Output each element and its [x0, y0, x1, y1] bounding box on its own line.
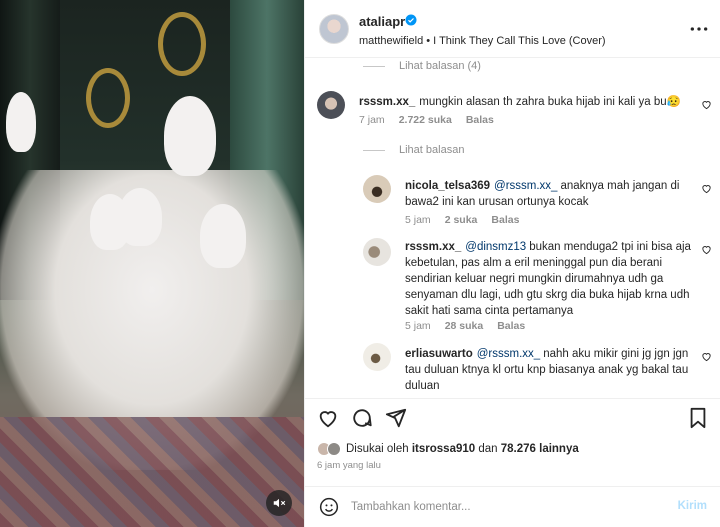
liker-username[interactable]: itsrossa910 — [412, 443, 475, 455]
comment-meta: 7 jam 2.722 suka Balas — [359, 114, 494, 126]
view-replies-top-button[interactable]: Lihat balasan (4) — [363, 60, 481, 72]
author-avatar[interactable] — [319, 14, 349, 44]
reply-meta: 5 jam 28 suka Balas — [405, 320, 525, 332]
reply-body: erliasuwarto @rsssm.xx_ nahh aku mikir gin… — [405, 346, 695, 394]
comment-time[interactable]: 7 jam — [359, 114, 385, 126]
comment-input[interactable] — [351, 495, 651, 519]
audio-attribution[interactable]: matthewifield • I Think They Call This L… — [359, 35, 606, 47]
likes-count[interactable]: 78.276 lainnya — [501, 443, 579, 455]
heart-icon[interactable] — [701, 183, 712, 194]
more-options-icon[interactable] — [689, 22, 709, 36]
reply-avatar[interactable] — [363, 175, 391, 203]
reply-username[interactable]: rsssm.xx_ — [405, 241, 461, 253]
standing-girl — [164, 96, 216, 176]
reply-button[interactable]: Balas — [497, 320, 525, 332]
gold-frame-left — [86, 68, 130, 128]
reply-meta: 5 jam 2 suka Balas — [405, 214, 519, 226]
reply-mention[interactable]: @rsssm.xx_ — [494, 180, 557, 192]
post-comment-button[interactable]: Kirim — [678, 500, 707, 512]
reply-avatar[interactable] — [363, 238, 391, 266]
child-right — [200, 204, 246, 268]
reply-body: rsssm.xx_ @dinsmz13 bukan menduga2 tpi ini… — [405, 239, 695, 319]
comment-avatar[interactable] — [317, 91, 345, 119]
comment-username[interactable]: rsssm.xx_ — [359, 96, 415, 108]
likes-prefix: Disukai oleh — [346, 443, 409, 455]
share-icon[interactable] — [385, 407, 407, 429]
comment-body: rsssm.xx_ mungkin alasan th zahra buka hi… — [359, 94, 689, 110]
post-header: ataliapr matthewifield • I Think They Ca… — [305, 0, 720, 58]
emoji-icon[interactable] — [319, 497, 339, 517]
reply-time[interactable]: 5 jam — [405, 214, 431, 226]
reply-username[interactable]: nicola_telsa369 — [405, 180, 490, 192]
view-replies-label: Lihat balasan — [399, 144, 465, 156]
carpet — [0, 417, 304, 527]
verified-badge-icon — [405, 14, 417, 26]
reply-mention[interactable]: @dinsmz13 — [465, 241, 526, 253]
comment-text: mungkin alasan th zahra buka hijab ini k… — [419, 96, 682, 108]
post-side-panel: ataliapr matthewifield • I Think They Ca… — [304, 0, 720, 527]
gold-frame-right — [158, 12, 206, 76]
divider-dash — [363, 65, 385, 67]
reply-like-count[interactable]: 28 suka — [445, 320, 484, 332]
comments-list: Lihat balasan (4) rsssm.xx_ mungkin alasa… — [305, 58, 720, 398]
heart-icon[interactable] — [701, 244, 712, 255]
author-username[interactable]: ataliapr — [359, 14, 405, 29]
post-video[interactable] — [0, 0, 304, 527]
mute-button[interactable] — [266, 490, 292, 516]
muted-speaker-icon — [273, 498, 286, 508]
reply-time[interactable]: 5 jam — [405, 320, 431, 332]
reply-avatar[interactable] — [363, 343, 391, 371]
view-replies-label: Lihat balasan (4) — [399, 60, 481, 72]
comment-icon[interactable] — [351, 407, 373, 429]
likes-summary[interactable]: Disukai oleh itsrossa910 dan 78.276 lain… — [317, 440, 579, 458]
likes-conjunction: dan — [478, 443, 498, 455]
child-center-2 — [118, 188, 162, 246]
child-left — [6, 92, 36, 152]
liker-avatar — [327, 442, 341, 456]
post-actions-bar — [305, 398, 720, 438]
reply-username[interactable]: erliasuwarto — [405, 348, 473, 360]
reply-body: nicola_telsa369 @rsssm.xx_ anaknya mah jan… — [405, 178, 695, 210]
heart-icon[interactable] — [701, 99, 712, 110]
reply-mention[interactable]: @rsssm.xx_ — [477, 348, 540, 360]
likes-text: Disukai oleh itsrossa910 dan 78.276 lain… — [346, 443, 579, 455]
reply-button[interactable]: Balas — [491, 214, 519, 226]
view-replies-button[interactable]: Lihat balasan — [363, 144, 464, 156]
heart-icon[interactable] — [701, 351, 712, 362]
add-comment-bar: Kirim — [305, 486, 720, 527]
bookmark-icon[interactable] — [687, 407, 709, 429]
reply-button[interactable]: Balas — [466, 114, 494, 126]
reply-like-count[interactable]: 2 suka — [445, 214, 478, 226]
heart-icon[interactable] — [317, 407, 339, 429]
comment-like-count[interactable]: 2.722 suka — [399, 114, 452, 126]
posted-time[interactable]: 6 jam yang lalu — [317, 460, 381, 471]
divider-dash — [363, 149, 385, 151]
